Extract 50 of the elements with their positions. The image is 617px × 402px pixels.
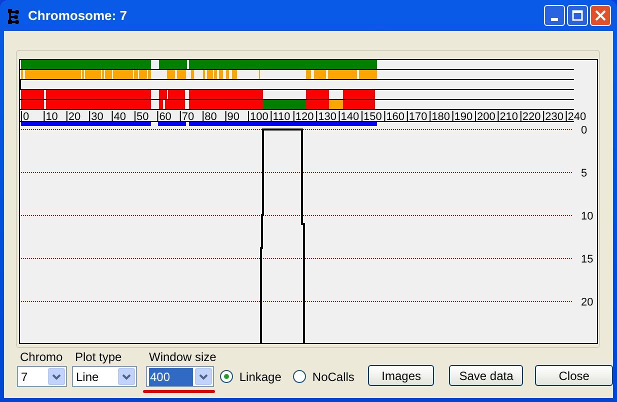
action-button[interactable]: Close (535, 365, 613, 386)
scale-label: 20 (68, 111, 81, 123)
scale-label: 110 (272, 111, 290, 123)
depth-label: 20 (581, 296, 594, 308)
maximize-button[interactable] (567, 5, 588, 26)
action-button[interactable]: Images (368, 365, 434, 386)
field-label: Chromo (19, 349, 64, 365)
scale-label: 210 (500, 111, 518, 123)
field-label: Window size (148, 349, 216, 365)
scale-label: 100 (250, 111, 268, 123)
scale-label: 220 (522, 111, 541, 123)
dropdown[interactable]: Line (72, 366, 137, 387)
scale-label: 50 (136, 111, 149, 123)
scale-label: 140 (340, 111, 360, 123)
scale-label: 60 (159, 111, 172, 123)
scale-label: 160 (386, 111, 405, 123)
minimize-icon (551, 18, 558, 21)
action-button[interactable]: Save data (449, 365, 524, 386)
scale-label: 170 (408, 111, 428, 123)
highlight-underline (143, 390, 215, 393)
minimize-button[interactable] (544, 5, 565, 26)
scale-label: 150 (364, 111, 382, 123)
scale-label: 190 (454, 111, 473, 123)
tree-icon (6, 8, 22, 24)
scale-label: 240 (568, 111, 586, 123)
dropdown[interactable]: 400 (146, 366, 214, 387)
radio-option[interactable]: Linkage (220, 368, 282, 385)
depth-label: 0 (581, 124, 588, 136)
window-title: Chromosome: 7 (28, 6, 127, 25)
close-icon (595, 10, 606, 21)
scale-label: 0 (23, 111, 30, 123)
scale-label: 90 (227, 111, 240, 123)
scale-label: 130 (318, 111, 336, 123)
scale-label: 230 (545, 111, 564, 123)
scale-label: 70 (182, 111, 194, 123)
scale-label: 30 (91, 111, 104, 123)
scale-label: 10 (46, 111, 58, 123)
scale-label: 180 (432, 111, 450, 123)
close-window-button[interactable] (590, 5, 611, 26)
dropdown[interactable]: 7 (17, 366, 67, 387)
scale-label: 80 (204, 111, 217, 123)
radio-option[interactable]: NoCalls (293, 368, 354, 385)
depth-label: 10 (581, 210, 594, 222)
depth-label: 15 (581, 254, 594, 266)
scale-label: 120 (295, 111, 314, 123)
field-label: Plot type (74, 349, 123, 365)
depth-label: 5 (581, 168, 588, 180)
scale-label: 40 (114, 111, 126, 123)
scale-label: 200 (477, 111, 496, 123)
maximize-icon (572, 10, 583, 21)
